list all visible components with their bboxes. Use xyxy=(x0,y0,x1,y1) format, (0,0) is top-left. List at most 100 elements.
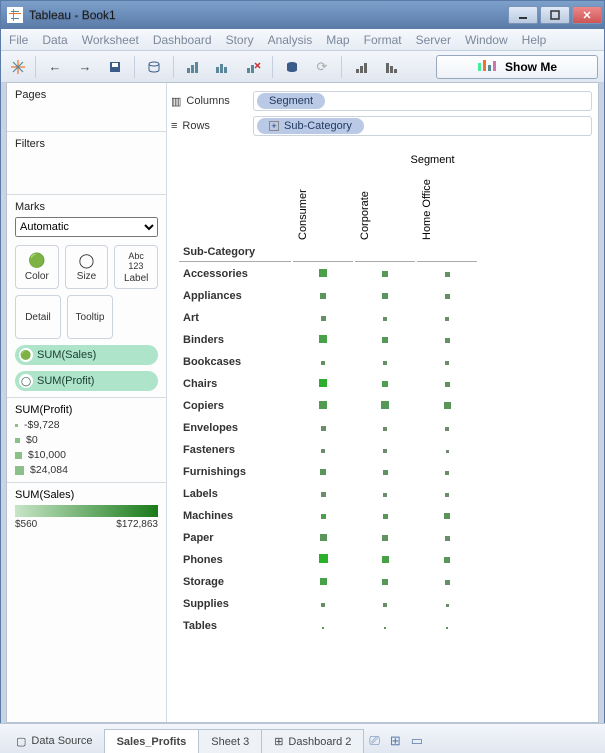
heatmap-mark[interactable] xyxy=(384,627,386,629)
datasource-button[interactable] xyxy=(141,55,167,79)
heatmap-mark[interactable] xyxy=(446,627,448,629)
heatmap-mark[interactable] xyxy=(383,470,388,475)
columns-pill-segment[interactable]: Segment xyxy=(257,93,325,109)
menu-map[interactable]: Map xyxy=(326,33,349,47)
redo-button[interactable]: → xyxy=(72,55,98,79)
mark-type-select[interactable]: Automatic xyxy=(15,217,158,237)
heatmap-mark[interactable] xyxy=(446,450,449,453)
heatmap-mark[interactable] xyxy=(445,338,450,343)
heatmap-mark[interactable] xyxy=(319,379,327,387)
pages-shelf[interactable]: Pages xyxy=(7,83,166,132)
rows-shelf[interactable]: ≡Rows +Sub-Category xyxy=(171,115,592,137)
clear-sheet-button[interactable] xyxy=(240,55,266,79)
tab-data-source[interactable]: ▢Data Source xyxy=(4,729,105,753)
viz-canvas[interactable]: Segment ConsumerCorporateHome OfficeSub-… xyxy=(167,146,598,722)
menu-story[interactable]: Story xyxy=(226,33,254,47)
menu-analysis[interactable]: Analysis xyxy=(268,33,313,47)
heatmap-mark[interactable] xyxy=(382,579,388,585)
heatmap-mark[interactable] xyxy=(321,514,326,519)
heatmap-mark[interactable] xyxy=(444,557,450,563)
label-button[interactable]: Abc123Label xyxy=(114,245,158,289)
heatmap-mark[interactable] xyxy=(444,402,451,409)
heatmap-mark[interactable] xyxy=(322,627,324,629)
heatmap-mark[interactable] xyxy=(319,554,328,563)
heatmap-mark[interactable] xyxy=(321,492,326,497)
new-worksheet-button[interactable] xyxy=(180,55,206,79)
window-close-button[interactable] xyxy=(572,6,602,24)
new-story-icon[interactable]: ▭ xyxy=(411,733,423,749)
menu-file[interactable]: File xyxy=(9,33,28,47)
sheet-tab[interactable]: Sheet 3 xyxy=(198,729,262,753)
heatmap-mark[interactable] xyxy=(382,271,388,277)
heatmap-mark[interactable] xyxy=(321,316,326,321)
menu-help[interactable]: Help xyxy=(522,33,547,47)
menu-dashboard[interactable]: Dashboard xyxy=(153,33,212,47)
heatmap-mark[interactable] xyxy=(382,556,389,563)
heatmap-mark[interactable] xyxy=(445,536,450,541)
heatmap-mark[interactable] xyxy=(319,401,327,409)
heatmap-mark[interactable] xyxy=(445,317,449,321)
size-button[interactable]: ◯Size xyxy=(65,245,109,289)
heatmap-mark[interactable] xyxy=(383,449,387,453)
refresh-button[interactable]: ⟳ xyxy=(309,55,335,79)
tableau-logo-icon[interactable] xyxy=(7,56,29,78)
heatmap-mark[interactable] xyxy=(381,401,389,409)
heatmap-mark[interactable] xyxy=(321,426,326,431)
heatmap-mark[interactable] xyxy=(320,578,327,585)
color-button[interactable]: 🟢Color xyxy=(15,245,59,289)
heatmap-mark[interactable] xyxy=(445,493,449,497)
menu-server[interactable]: Server xyxy=(416,33,451,47)
filters-shelf[interactable]: Filters xyxy=(7,132,166,195)
save-button[interactable] xyxy=(102,55,128,79)
sort-desc-button[interactable] xyxy=(378,55,404,79)
pill-sum-sales[interactable]: 🟢SUM(Sales) xyxy=(15,345,158,365)
new-worksheet-icon[interactable]: ⎚ xyxy=(369,733,379,749)
sheet-tab[interactable]: ⊞Dashboard 2 xyxy=(261,729,364,753)
heatmap-mark[interactable] xyxy=(382,381,388,387)
heatmap-mark[interactable] xyxy=(444,513,450,519)
heatmap-mark[interactable] xyxy=(445,272,450,277)
menu-window[interactable]: Window xyxy=(465,33,508,47)
detail-button[interactable]: Detail xyxy=(15,295,61,339)
undo-button[interactable]: ← xyxy=(42,55,68,79)
show-me-button[interactable]: Show Me xyxy=(436,55,598,79)
heatmap-mark[interactable] xyxy=(320,293,326,299)
heatmap-mark[interactable] xyxy=(445,361,449,365)
heatmap-mark[interactable] xyxy=(321,603,325,607)
heatmap-mark[interactable] xyxy=(319,269,327,277)
heatmap-mark[interactable] xyxy=(319,335,327,343)
heatmap-mark[interactable] xyxy=(383,427,387,431)
heatmap-mark[interactable] xyxy=(320,534,327,541)
heatmap-mark[interactable] xyxy=(321,449,325,453)
window-maximize-button[interactable] xyxy=(540,6,570,24)
heatmap-mark[interactable] xyxy=(445,294,450,299)
connection-button[interactable] xyxy=(279,55,305,79)
heatmap-mark[interactable] xyxy=(445,471,449,475)
heatmap-mark[interactable] xyxy=(383,317,387,321)
heatmap-mark[interactable] xyxy=(382,293,388,299)
heatmap-mark[interactable] xyxy=(382,337,388,343)
sheet-tab[interactable]: Sales_Profits xyxy=(104,729,200,753)
menu-format[interactable]: Format xyxy=(364,33,402,47)
heatmap-mark[interactable] xyxy=(445,427,449,431)
heatmap-mark[interactable] xyxy=(320,469,326,475)
new-dashboard-icon[interactable]: ⊞ xyxy=(390,733,401,749)
tooltip-button[interactable]: Tooltip xyxy=(67,295,113,339)
heatmap-mark[interactable] xyxy=(383,514,388,519)
heatmap-mark[interactable] xyxy=(383,361,387,365)
rows-pill-subcategory[interactable]: +Sub-Category xyxy=(257,118,364,134)
heatmap-mark[interactable] xyxy=(446,604,449,607)
columns-shelf[interactable]: ▥Columns Segment xyxy=(171,90,592,112)
heatmap-mark[interactable] xyxy=(382,535,388,541)
menu-data[interactable]: Data xyxy=(42,33,67,47)
sort-asc-button[interactable] xyxy=(348,55,374,79)
heatmap-mark[interactable] xyxy=(383,603,387,607)
pill-sum-profit[interactable]: ◯SUM(Profit) xyxy=(15,371,158,391)
heatmap-mark[interactable] xyxy=(445,382,450,387)
heatmap-mark[interactable] xyxy=(445,580,450,585)
duplicate-sheet-button[interactable] xyxy=(210,55,236,79)
heatmap-mark[interactable] xyxy=(383,493,387,497)
menu-worksheet[interactable]: Worksheet xyxy=(82,33,139,47)
heatmap-mark[interactable] xyxy=(321,361,325,365)
window-minimize-button[interactable] xyxy=(508,6,538,24)
